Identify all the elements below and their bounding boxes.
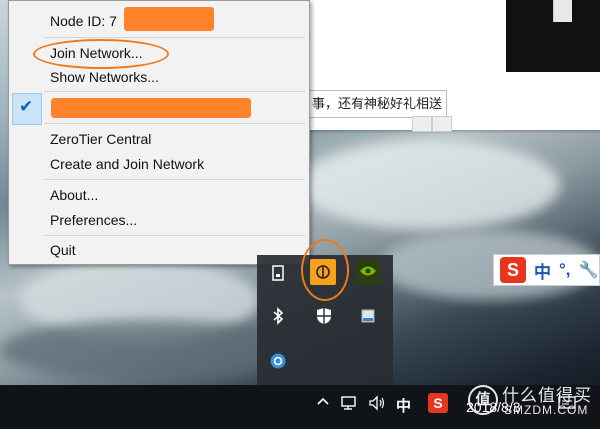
tray-overflow-panel [257, 239, 393, 385]
redacted-node-id [124, 7, 214, 31]
menu-separator [44, 123, 305, 124]
menu-item-show-networks[interactable]: Show Networks... [9, 65, 309, 89]
sogou-taskbar-icon[interactable]: S [428, 393, 448, 413]
watermark-logo-icon: 值 [468, 385, 498, 415]
sogou-logo[interactable]: S [500, 257, 526, 283]
wallpaper-cloud [0, 320, 300, 380]
menu-item-preferences[interactable]: Preferences... [9, 208, 309, 232]
chevron-up-icon[interactable] [316, 395, 330, 413]
redacted-network-id [51, 98, 251, 118]
ime-punctuation-toggle[interactable]: °, [559, 260, 571, 280]
annotation-circle [301, 239, 349, 301]
window-scrollbar[interactable] [553, 0, 572, 22]
network-adapter-icon[interactable] [355, 303, 381, 329]
bluetooth-icon[interactable] [265, 303, 291, 329]
scroll-up-button[interactable] [412, 116, 432, 132]
menu-separator [44, 179, 305, 180]
menu-separator [44, 91, 305, 92]
zerotier-context-menu: Node ID: 7 Join Network... Show Networks… [8, 0, 310, 265]
ime-language-indicator[interactable]: 中 [396, 395, 411, 416]
windows-defender-icon[interactable] [311, 303, 337, 329]
volume-icon[interactable] [368, 395, 386, 415]
ime-toolbar: S 中 °, 🔧 [493, 254, 600, 286]
wallpaper-cloud [300, 140, 560, 230]
watermark-line2: SMZDM.COM [504, 403, 589, 417]
message-input-text: 事，还有神秘好礼相送 [311, 96, 442, 111]
menu-item-about[interactable]: About... [9, 183, 309, 207]
network-icon[interactable] [340, 395, 360, 415]
ime-language-toggle[interactable]: 中 [534, 258, 551, 283]
usb-drive-icon[interactable] [265, 260, 291, 286]
menu-item-zerotier-central[interactable]: ZeroTier Central [9, 127, 309, 151]
menu-separator [44, 37, 305, 38]
scroll-down-button[interactable] [432, 116, 452, 132]
zerotier-connect-icon[interactable] [265, 348, 291, 374]
wrench-icon[interactable]: 🔧 [579, 260, 599, 280]
smzdm-watermark: 值 什么值得买 SMZDM.COM [468, 381, 598, 425]
menu-item-create-and-join[interactable]: Create and Join Network [9, 152, 309, 176]
menu-separator [44, 235, 305, 236]
nvidia-icon[interactable] [355, 258, 381, 284]
